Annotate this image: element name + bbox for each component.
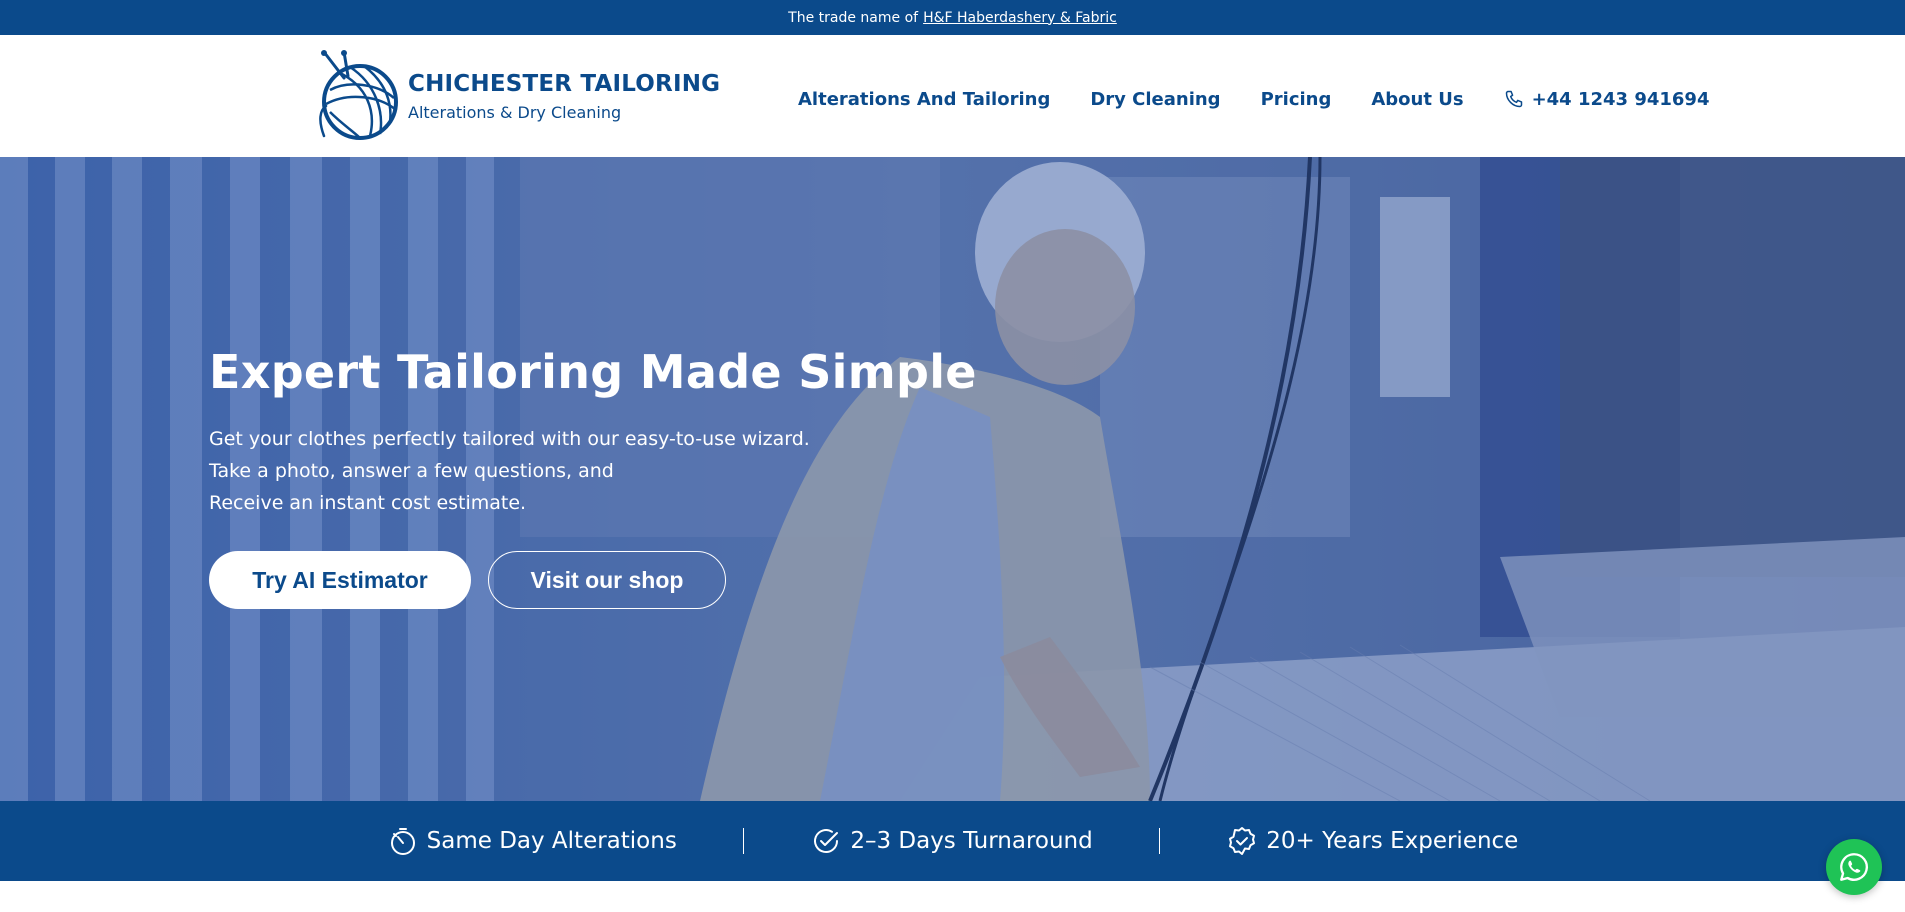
nav-item-alterations[interactable]: Alterations And Tailoring: [798, 89, 1050, 110]
nav-item-dry-cleaning[interactable]: Dry Cleaning: [1090, 89, 1220, 110]
hero-line: Take a photo, answer a few questions, an…: [209, 460, 614, 482]
nav-item-pricing[interactable]: Pricing: [1261, 89, 1332, 110]
brand-name: CHICHESTER TAILORING: [408, 70, 721, 97]
phone-icon: [1505, 90, 1522, 108]
hero-description: Get your clothes perfectly tailored with…: [209, 423, 1109, 519]
announcement-text: The trade name of: [788, 9, 919, 26]
feature-label: 2–3 Days Turnaround: [850, 828, 1093, 854]
badge-check-icon: [1229, 827, 1256, 855]
announcement-link[interactable]: H&F Haberdashery & Fabric: [923, 10, 1117, 26]
clock-check-icon: [814, 829, 839, 853]
feature-same-day: Same Day Alterations: [387, 825, 677, 857]
main-nav: Alterations And Tailoring Dry Cleaning P…: [798, 85, 1709, 113]
hero-line: Receive an instant cost estimate.: [209, 492, 527, 514]
hero-content: Expert Tailoring Made Simple Get your cl…: [209, 345, 1109, 609]
hero-line: Get your clothes perfectly tailored with…: [209, 428, 810, 450]
nav-phone-link[interactable]: +44 1243 941694: [1504, 88, 1710, 110]
stopwatch-icon: [390, 828, 415, 855]
nav-item-about-us[interactable]: About Us: [1371, 89, 1463, 110]
try-ai-estimator-button[interactable]: Try AI Estimator: [209, 551, 471, 609]
phone-number: +44 1243 941694: [1531, 88, 1710, 110]
whatsapp-button[interactable]: [1826, 839, 1882, 895]
feature-label: Same Day Alterations: [426, 828, 677, 854]
announcement-bar: The trade name of H&F Haberdashery & Fab…: [0, 0, 1905, 35]
brand-tagline: Alterations & Dry Cleaning: [408, 102, 622, 122]
hero-title: Expert Tailoring Made Simple: [209, 345, 977, 399]
feature-experience: 20+ Years Experience: [1226, 825, 1518, 857]
whatsapp-icon: [1840, 853, 1869, 881]
yarn-ball-icon: [319, 50, 398, 140]
feature-divider: [742, 828, 745, 854]
visit-shop-button[interactable]: Visit our shop: [488, 551, 726, 609]
hero-buttons: Try AI Estimator Visit our shop: [209, 551, 1109, 609]
site-header: CHICHESTER TAILORING Alterations & Dry C…: [0, 35, 1905, 157]
features-bar: Same Day Alterations 2–3 Days Turnaround…: [0, 801, 1905, 881]
feature-turnaround: 2–3 Days Turnaround: [810, 825, 1093, 857]
brand-logo[interactable]: CHICHESTER TAILORING Alterations & Dry C…: [318, 50, 720, 142]
feature-divider: [1158, 828, 1161, 854]
hero-section: Expert Tailoring Made Simple Get your cl…: [0, 157, 1905, 801]
feature-label: 20+ Years Experience: [1266, 828, 1519, 854]
